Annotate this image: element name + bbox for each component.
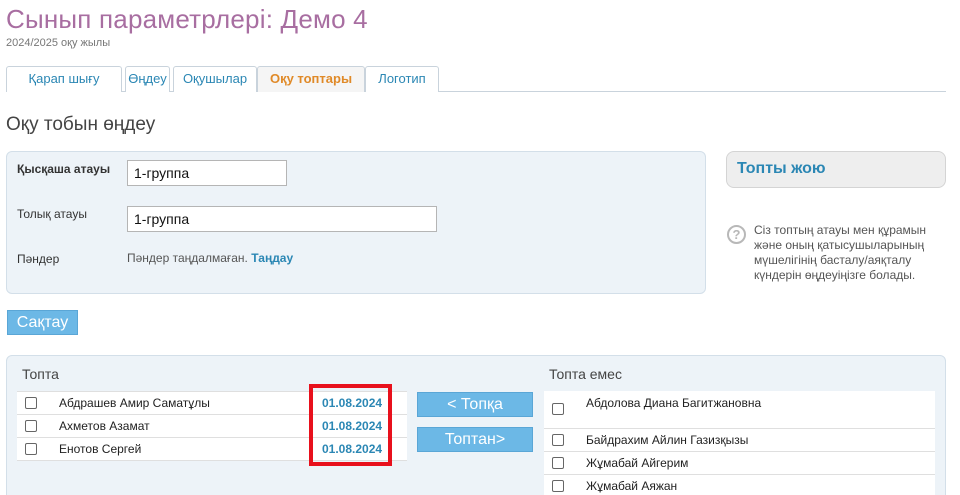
- member-checkbox[interactable]: [552, 480, 564, 492]
- subjects-label: Пәндер: [17, 252, 60, 266]
- tab-view[interactable]: Қарап шығу: [6, 66, 122, 92]
- full-name-label: Толық атауы: [17, 207, 87, 221]
- delete-group-link[interactable]: Топты жою: [737, 160, 826, 178]
- list-item: Абдолова Диана Багитжановна: [544, 391, 935, 429]
- select-subjects-link[interactable]: Таңдау: [251, 251, 293, 265]
- remove-from-group-button[interactable]: Топтан>: [417, 427, 533, 452]
- member-name: Енотов Сергей: [59, 442, 142, 456]
- subjects-hint-text: Пәндер таңдалмаған.: [127, 251, 248, 265]
- member-name: Абдолова Диана Багитжановна: [586, 396, 762, 410]
- question-mark-icon: ?: [727, 225, 746, 244]
- help-text: Сіз топтың атауы мен құрамын және оның қ…: [754, 223, 927, 282]
- save-button[interactable]: Сақтау: [7, 310, 78, 335]
- member-name: Ахметов Азамат: [59, 419, 150, 433]
- tab-bar: Қарап шығу Өңдеу Оқушылар Оқу топтары Ло…: [6, 66, 946, 92]
- tab-students[interactable]: Оқушылар: [173, 66, 257, 92]
- list-item: Жұмабай Аяжан: [544, 475, 935, 495]
- list-item: Байдрахим Айлин Газизқызы: [544, 429, 935, 452]
- member-checkbox[interactable]: [552, 434, 564, 446]
- group-edit-form: Қысқаша атауы Толық атауы Пәндер Пәндер …: [6, 151, 706, 294]
- member-checkbox[interactable]: [25, 443, 37, 455]
- tab-study-groups[interactable]: Оқу топтары: [257, 66, 365, 92]
- member-checkbox[interactable]: [552, 457, 564, 469]
- not-in-group-list: Абдолова Диана Багитжановна Байдрахим Ай…: [544, 391, 935, 495]
- tab-edit[interactable]: Өңдеу: [125, 66, 170, 92]
- member-name: Жұмабай Аяжан: [586, 479, 678, 493]
- short-name-input[interactable]: [127, 160, 287, 186]
- member-checkbox[interactable]: [25, 397, 37, 409]
- subjects-hint: Пәндер таңдалмаған. Таңдау: [127, 251, 293, 265]
- short-name-label: Қысқаша атауы: [17, 162, 111, 176]
- member-name: Жұмабай Айгерим: [586, 456, 689, 470]
- list-item: Жұмабай Айгерим: [544, 452, 935, 475]
- in-group-title: Топта: [22, 366, 59, 382]
- section-title: Оқу тобын өңдеу: [6, 114, 156, 135]
- add-to-group-button[interactable]: < Топқа: [417, 392, 533, 417]
- delete-group-panel: Топты жою: [726, 151, 946, 188]
- full-name-input[interactable]: [127, 206, 437, 232]
- tab-logo[interactable]: Логотип: [365, 66, 439, 92]
- group-membership-panel: Топта Топта емес Абдрашев Амир Саматұлы …: [6, 355, 946, 495]
- member-name: Байдрахим Айлин Газизқызы: [586, 433, 749, 447]
- member-checkbox[interactable]: [25, 420, 37, 432]
- page-title: Сынып параметрлері: Демо 4: [6, 4, 368, 34]
- member-checkbox[interactable]: [552, 403, 564, 415]
- member-name: Абдрашев Амир Саматұлы: [59, 396, 210, 410]
- dates-highlight-box: [309, 384, 392, 466]
- page-subtitle: 2024/2025 оқу жылы: [6, 37, 111, 49]
- not-in-group-title: Топта емес: [549, 366, 622, 382]
